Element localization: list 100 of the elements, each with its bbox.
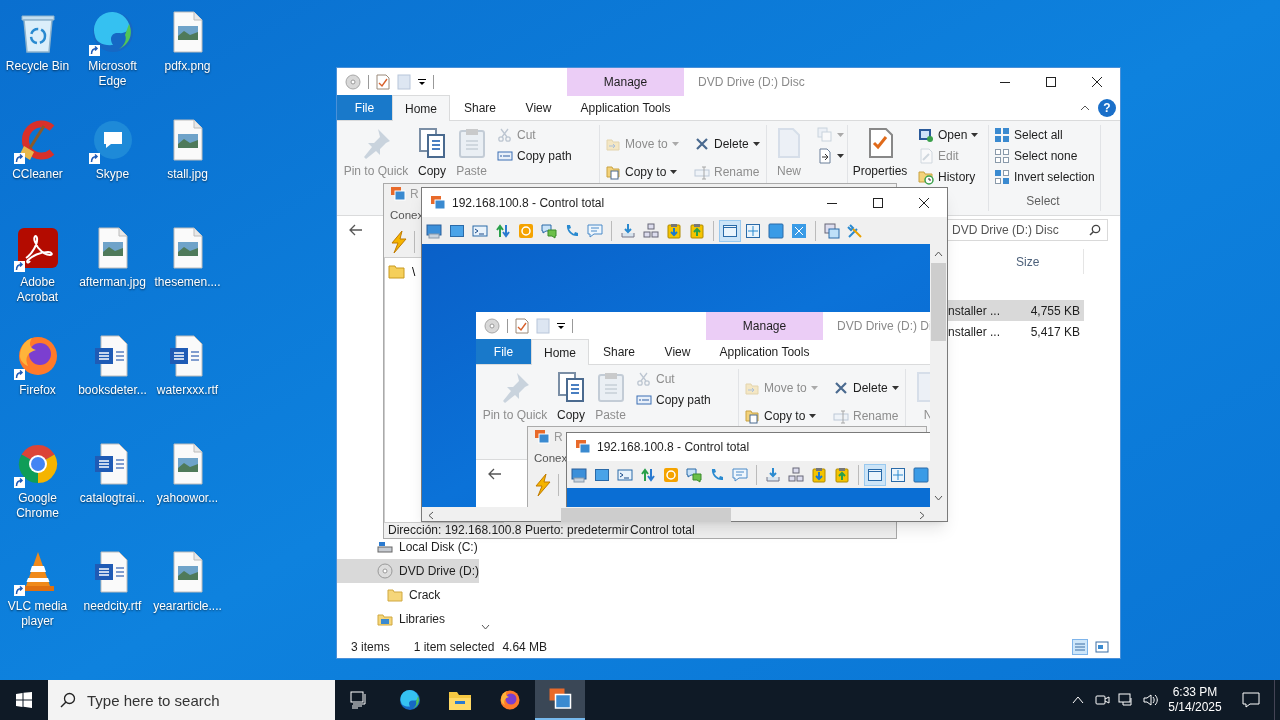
tree-item[interactable]: \ — [388, 263, 416, 281]
move-folder-icon — [744, 380, 760, 396]
checklist-icon[interactable] — [515, 318, 529, 334]
checklist-icon[interactable] — [376, 74, 390, 90]
scroll-right-icon[interactable] — [918, 510, 925, 520]
swirl-icon — [398, 688, 422, 712]
scale-screen-icon — [791, 222, 807, 239]
toolbar-button[interactable] — [864, 463, 886, 486]
ribbon-button[interactable]: Open — [914, 124, 986, 145]
terminal-icon — [617, 466, 633, 483]
ribbon-button[interactable]: Copy — [414, 121, 450, 178]
window-frame-icon — [867, 466, 883, 483]
toolbar-button[interactable] — [719, 219, 741, 242]
search-field[interactable]: Type here to search — [48, 680, 335, 720]
nav-item[interactable]: DVD Drive (D:) — [337, 559, 479, 583]
clock-date[interactable]: 5/14/2025 — [1168, 700, 1222, 715]
table-cell-text: nstaller ... — [947, 323, 1002, 341]
window-title: R — [410, 186, 419, 203]
search-field[interactable]: DVD Drive (D:) Disc — [945, 219, 1108, 241]
file-menu-button[interactable]: File — [476, 339, 531, 364]
ribbon-tab[interactable]: Application Tools — [706, 339, 823, 364]
file-menu-button[interactable]: File — [337, 95, 392, 120]
maximize-icon — [873, 197, 883, 208]
caret-down-icon[interactable] — [557, 322, 565, 330]
nav-item[interactable]: Crack — [337, 583, 479, 607]
rename-icon — [833, 408, 849, 424]
scissors-icon — [636, 370, 652, 387]
scroll-up-icon[interactable] — [934, 250, 943, 257]
notification-icon[interactable] — [1242, 691, 1260, 709]
ribbon-tab[interactable]: Share — [450, 95, 510, 120]
speaker-icon[interactable] — [1142, 692, 1158, 708]
ribbon-button[interactable]: Copy path — [632, 389, 738, 410]
window-title: DVD Drive (D:) Di — [836, 318, 931, 335]
status-text: Control total — [630, 523, 695, 538]
scrollbar-thumb[interactable] — [561, 508, 731, 522]
select-none-icon — [994, 147, 1010, 164]
disc-icon — [377, 563, 393, 579]
network-icon — [643, 222, 659, 239]
ribbon-button[interactable]: Select all — [990, 124, 1096, 145]
ribbon-tab[interactable]: Share — [589, 339, 649, 364]
ribbon-button[interactable]: Copy to — [740, 407, 826, 425]
file-row[interactable]: nstaller ... 4,755 KB — [946, 300, 1084, 321]
chevron-up-icon[interactable] — [1080, 105, 1090, 111]
ribbon-button[interactable]: History — [914, 166, 986, 187]
tools-icon — [847, 222, 863, 239]
clock-time[interactable]: 6:33 PM — [1172, 685, 1218, 700]
lightning-icon[interactable] — [388, 230, 410, 254]
copy-icon — [416, 127, 448, 159]
tiles-view-icon[interactable] — [1094, 639, 1110, 655]
window-title: 192.168.100.8 - Control total — [597, 439, 750, 456]
network-icon[interactable] — [1118, 692, 1134, 708]
ribbon-button[interactable]: Copy path — [493, 145, 599, 166]
back-arrow-icon[interactable] — [348, 222, 364, 238]
delete-icon — [833, 380, 849, 396]
scroll-down-icon[interactable] — [480, 624, 490, 630]
library-icon — [377, 611, 393, 627]
help-button[interactable]: ? — [1098, 99, 1116, 117]
clipboard-down-icon — [666, 222, 682, 239]
window-title: R — [554, 429, 563, 446]
scrollbar-thumb[interactable] — [931, 263, 946, 341]
back-arrow-icon[interactable] — [487, 466, 503, 482]
group-label: Select — [1025, 193, 1061, 210]
easy-access-icon — [817, 147, 833, 164]
ribbon-button[interactable]: Properties — [849, 121, 911, 178]
ribbon-button[interactable]: Copy — [553, 365, 589, 422]
power-icon — [518, 222, 534, 239]
monitors-icon — [534, 429, 550, 445]
taskbar-button[interactable] — [535, 680, 585, 720]
table-cell-text: nstaller ... — [947, 302, 1002, 320]
nav-item[interactable]: Libraries — [337, 607, 479, 631]
ribbon-button[interactable]: Delete — [690, 135, 764, 153]
windows-logo-icon — [16, 692, 32, 708]
ribbon-button[interactable]: Copy to — [601, 163, 687, 181]
camera-icon[interactable] — [1094, 692, 1110, 708]
window-frame-icon — [722, 222, 738, 239]
folder-icon — [388, 265, 406, 279]
ribbon-tab[interactable]: View — [649, 339, 706, 364]
ribbon-tab[interactable]: View — [510, 95, 567, 120]
scroll-down-icon[interactable] — [934, 494, 943, 501]
search-icon — [1089, 224, 1101, 236]
clipboard-up-icon — [689, 222, 705, 239]
ribbon-tab[interactable]: Application Tools — [567, 95, 684, 120]
nav-item[interactable]: Local Disk (C:) — [337, 535, 479, 559]
file-row[interactable]: nstaller ... 5,417 KB — [946, 321, 1084, 342]
ribbon-tab[interactable]: Home — [531, 339, 589, 365]
scroll-left-icon[interactable] — [427, 510, 434, 520]
monitors-icon — [575, 439, 591, 455]
ribbon-button[interactable]: Invert selection — [990, 166, 1096, 187]
windows-icon — [824, 222, 840, 239]
ribbon-tab[interactable]: Home — [392, 95, 450, 121]
lightning-icon[interactable] — [532, 473, 554, 497]
power-icon — [663, 466, 679, 483]
caret-down-icon[interactable] — [418, 78, 426, 86]
menu-item[interactable]: Conex — [534, 449, 568, 468]
full-screen-icon — [768, 222, 784, 239]
status-text: Puerto: predetermir — [525, 523, 630, 538]
ribbon-button[interactable]: Select none — [990, 145, 1096, 166]
network-icon — [788, 466, 804, 483]
column-header[interactable]: Size — [1010, 249, 1084, 274]
ribbon-button[interactable]: Delete — [829, 379, 903, 397]
